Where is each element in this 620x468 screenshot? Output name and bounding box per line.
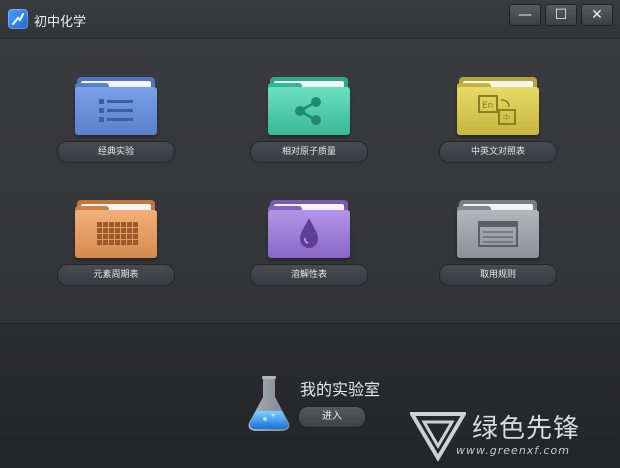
tile-label[interactable]: 取用规则 [439, 264, 557, 286]
folder-icon [268, 200, 350, 258]
watermark-url: www.greenxf.com [456, 444, 570, 457]
folder-icon: En 中 [457, 77, 539, 135]
folder-icon [75, 200, 157, 258]
title-bar[interactable]: 初中化学 — ☐ ✕ [0, 0, 620, 39]
app-window: 初中化学 — ☐ ✕ 经典实验 相对原子质量 En 中 中英文对照表 元素周期表… [0, 0, 620, 468]
list-icon [99, 99, 133, 122]
app-title: 初中化学 [34, 15, 87, 30]
svg-text:En: En [482, 101, 493, 111]
tile-solubility-table[interactable]: 溶解性表 [238, 200, 378, 310]
lab-title: 我的实验室 [300, 380, 381, 399]
window-icon [478, 221, 518, 247]
tile-label[interactable]: 经典实验 [57, 141, 175, 163]
folder-icon [268, 77, 350, 135]
close-button[interactable]: ✕ [581, 4, 613, 26]
tile-classic-experiments[interactable]: 经典实验 [45, 77, 185, 187]
share-nodes-icon [295, 97, 321, 125]
periodic-table-icon [97, 222, 138, 245]
watermark-name: 绿色先锋 [472, 414, 581, 444]
folder-icon [457, 200, 539, 258]
droplet-icon [300, 218, 318, 248]
app-logo-icon [8, 9, 28, 29]
maximize-button[interactable]: ☐ [545, 4, 577, 26]
folder-icon [75, 77, 157, 135]
tile-label[interactable]: 中英文对照表 [439, 141, 557, 163]
tile-label[interactable]: 相对原子质量 [250, 141, 368, 163]
tile-label[interactable]: 溶解性表 [250, 264, 368, 286]
tile-chinese-english-table[interactable]: En 中 中英文对照表 [427, 77, 567, 187]
enter-button[interactable]: 进入 [298, 406, 366, 428]
watermark: 绿色先锋 www.greenxf.com [410, 408, 615, 464]
tile-usage-rules[interactable]: 取用规则 [427, 200, 567, 310]
tile-label[interactable]: 元素周期表 [57, 264, 175, 286]
tile-periodic-table[interactable]: 元素周期表 [45, 200, 185, 310]
flask-icon [248, 376, 290, 431]
feature-grid: 经典实验 相对原子质量 En 中 中英文对照表 元素周期表 溶解性表 取用规则 [0, 39, 620, 323]
tile-relative-atomic-mass[interactable]: 相对原子质量 [238, 77, 378, 187]
translate-icon: En 中 [478, 95, 516, 125]
minimize-button[interactable]: — [509, 4, 541, 26]
svg-text:中: 中 [503, 113, 510, 122]
